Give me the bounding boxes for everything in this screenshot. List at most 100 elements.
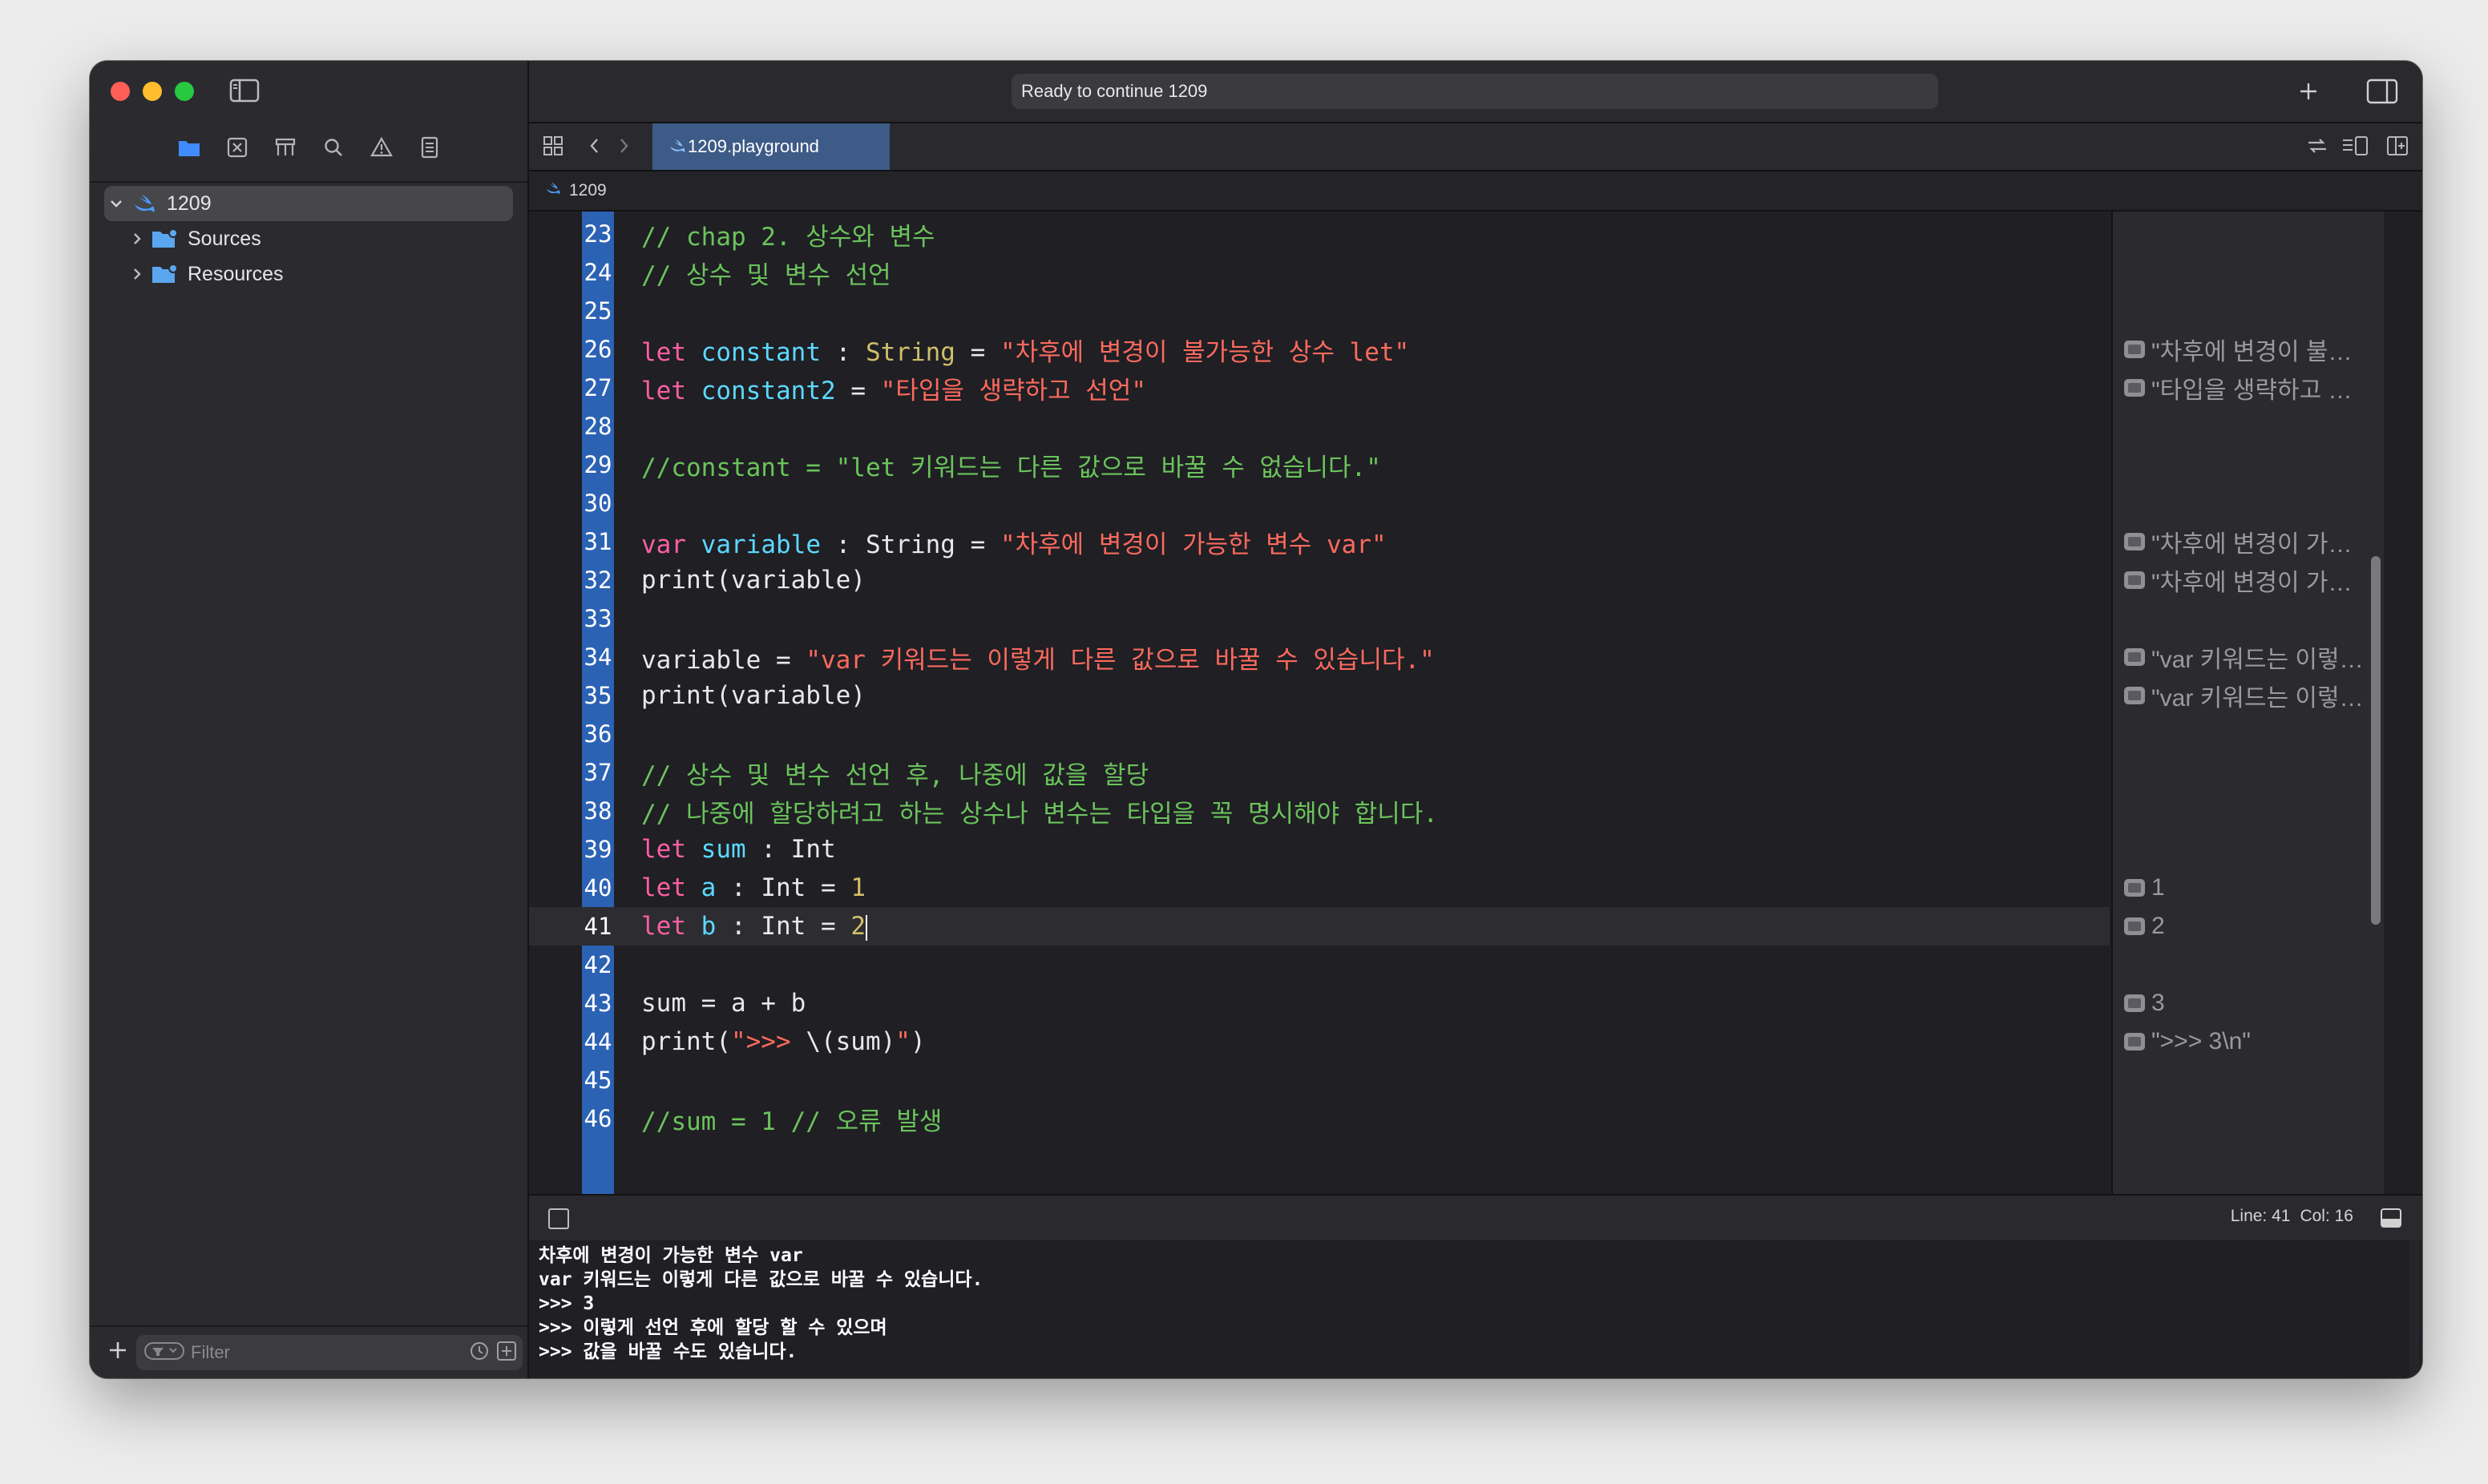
code-line[interactable]: 40 let a : Int = 1 — [529, 869, 2110, 907]
filter-options-icon[interactable] — [144, 1341, 184, 1365]
filter-input[interactable]: Filter — [136, 1335, 523, 1370]
code-line[interactable]: 23 // chap 2. 상수와 변수 — [529, 215, 2110, 253]
code-line[interactable]: 31 var variable : String = "차후에 변경이 가능한 변… — [529, 522, 2110, 561]
code-line[interactable]: 42 — [529, 946, 2110, 984]
code-line[interactable]: 39 let sum : Int — [529, 830, 2110, 869]
chevron-right-icon[interactable] — [125, 267, 149, 281]
chevron-down-icon[interactable] — [104, 196, 128, 211]
result-value[interactable]: 2 — [2113, 907, 2384, 946]
breadcrumb[interactable]: 1209 — [569, 181, 607, 200]
result-text: "차후에 변경이 가능한 변수 var" — [2151, 531, 2369, 558]
code-line[interactable]: 44 print(">>> \(sum)") — [529, 1022, 2110, 1061]
tree-item-sources[interactable]: Sources — [104, 221, 513, 256]
line-number: 41 — [584, 913, 612, 940]
code-token: let — [641, 912, 686, 941]
code-line[interactable]: 26 let constant : String = "차후에 변경이 불가능한 … — [529, 330, 2110, 369]
cursor-line: Line: 41 — [2230, 1207, 2291, 1225]
console-toggle-icon[interactable] — [2379, 1207, 2403, 1233]
code-token: let — [641, 835, 686, 864]
code-line[interactable]: 38 // 나중에 할당하려고 하는 상수나 변수는 타입을 꼭 명시해야 합니다… — [529, 792, 2110, 830]
quick-look-icon[interactable] — [2124, 687, 2145, 704]
code-text: variable = "var 키워드는 이렇게 다른 값으로 바꿀 수 있습니… — [641, 639, 1435, 675]
result-value[interactable]: 3 — [2113, 984, 2384, 1022]
code-token: let — [641, 873, 686, 902]
code-line[interactable]: 43 sum = a + b — [529, 984, 2110, 1022]
code-token: : Int — [745, 835, 836, 864]
result-value[interactable]: "차후에 변경이 불가능한 상수 let" — [2113, 330, 2384, 369]
source-control-icon[interactable] — [223, 133, 252, 162]
zoom-window-button[interactable] — [175, 82, 194, 101]
code-line[interactable]: 24 // 상수 및 변수 선언 — [529, 253, 2110, 292]
add-library-icon[interactable] — [2297, 80, 2320, 107]
result-value[interactable]: "var 키워드는 이렇게 다른 값으로 바꿀 수 있습니다." — [2113, 638, 2384, 676]
editor-options-icon[interactable] — [2341, 135, 2369, 161]
line-number: 36 — [584, 720, 612, 748]
quick-look-icon[interactable] — [2124, 994, 2145, 1012]
warning-icon[interactable] — [367, 133, 396, 162]
folder-icon[interactable] — [175, 133, 204, 162]
console-scrollbar[interactable] — [2409, 1240, 2419, 1378]
related-items-icon[interactable] — [2305, 135, 2329, 161]
console-line: >>> 값을 바꿀 수도 있습니다. — [539, 1341, 798, 1362]
tree-item-resources[interactable]: Resources — [104, 256, 513, 292]
hide-debug-area-checkbox[interactable] — [548, 1208, 569, 1229]
code-text: // 상수 및 변수 선언 — [641, 255, 891, 291]
result-value[interactable]: "차후에 변경이 가능한 변수 var" — [2113, 522, 2384, 561]
recent-files-icon[interactable] — [468, 1340, 491, 1366]
symbol-navigator-icon[interactable] — [271, 133, 300, 162]
code-line[interactable]: 27 let constant2 = "타입을 생략하고 선언" — [529, 369, 2110, 407]
quick-look-icon[interactable] — [2124, 533, 2145, 550]
search-icon[interactable] — [319, 133, 348, 162]
quick-look-icon[interactable] — [2124, 1033, 2145, 1050]
code-line[interactable]: 25 — [529, 292, 2110, 330]
quick-look-icon[interactable] — [2124, 379, 2145, 397]
close-window-button[interactable] — [111, 82, 130, 101]
quick-look-icon[interactable] — [2124, 648, 2145, 666]
quick-look-icon[interactable] — [2124, 917, 2145, 935]
chevron-right-icon[interactable] — [125, 232, 149, 246]
code-line[interactable]: 32 print(variable) — [529, 561, 2110, 599]
forward-chevron-icon[interactable] — [616, 136, 632, 159]
minimize-window-button[interactable] — [143, 82, 162, 101]
code-token: sum — [701, 835, 746, 864]
quick-look-icon[interactable] — [2124, 341, 2145, 358]
result-text: ">>> 3\n" — [2151, 1028, 2251, 1055]
source-control-filter-icon[interactable] — [495, 1340, 518, 1366]
code-line[interactable]: 36 — [529, 715, 2110, 753]
main-area: Ready to continue 1209 1209.playground 1… — [529, 61, 2422, 1378]
code-line[interactable]: 28 — [529, 407, 2110, 446]
code-token: // chap 2. 상수와 변수 — [641, 222, 935, 252]
grid-icon[interactable] — [542, 135, 564, 161]
code-line[interactable]: 35 print(variable) — [529, 676, 2110, 715]
code-line[interactable]: 46 //sum = 1 // 오류 발생 — [529, 1099, 2110, 1138]
inspector-toggle-icon[interactable] — [2366, 79, 2398, 108]
code-line[interactable]: 41 let b : Int = 2 — [529, 907, 2110, 946]
result-text: "차후에 변경이 불가능한 상수 let" — [2151, 339, 2369, 365]
split-editor-icon[interactable] — [2385, 135, 2409, 161]
console-output[interactable]: 차후에 변경이 가능한 변수 var var 키워드는 이렇게 다른 값으로 바꿀… — [529, 1240, 2422, 1378]
source-editor[interactable]: 23 // chap 2. 상수와 변수 24 // 상수 및 변수 선언 25 26 le… — [529, 212, 2110, 1194]
tab-1209-playground[interactable]: 1209.playground — [652, 123, 890, 170]
code-line[interactable]: 45 — [529, 1061, 2110, 1099]
code-text: let b : Int = 2 — [641, 912, 867, 941]
result-value[interactable]: "차후에 변경이 가능한 변수 var\n" — [2113, 561, 2384, 599]
code-line[interactable]: 29 //constant = "let 키워드는 다른 값으로 바꿀 수 없습니… — [529, 446, 2110, 484]
quick-look-icon[interactable] — [2124, 879, 2145, 897]
code-line[interactable]: 37 // 상수 및 변수 선언 후, 나중에 값을 할당 — [529, 753, 2110, 792]
result-value[interactable]: 1 — [2113, 869, 2384, 907]
result-value[interactable]: ">>> 3\n" — [2113, 1022, 2384, 1061]
code-line[interactable]: 34 variable = "var 키워드는 이렇게 다른 값으로 바꿀 수 있… — [529, 638, 2110, 676]
sidebar-toggle-icon[interactable] — [229, 79, 260, 103]
tree-item-1209[interactable]: 1209 — [104, 186, 513, 221]
code-token: ">>> — [730, 1027, 806, 1056]
back-chevron-icon[interactable] — [587, 136, 603, 159]
document-icon[interactable] — [415, 133, 444, 162]
code-line[interactable]: 30 — [529, 484, 2110, 522]
add-icon[interactable] — [107, 1340, 128, 1365]
code-line[interactable]: 33 — [529, 599, 2110, 638]
code-token: constant2 — [701, 376, 836, 405]
result-value[interactable]: "var 키워드는 이렇게 다른 값으로 바꿀 수 있습니다.\n" — [2113, 676, 2384, 715]
quick-look-icon[interactable] — [2124, 571, 2145, 589]
result-value[interactable]: "타입을 생략하고 선언" — [2113, 369, 2384, 407]
